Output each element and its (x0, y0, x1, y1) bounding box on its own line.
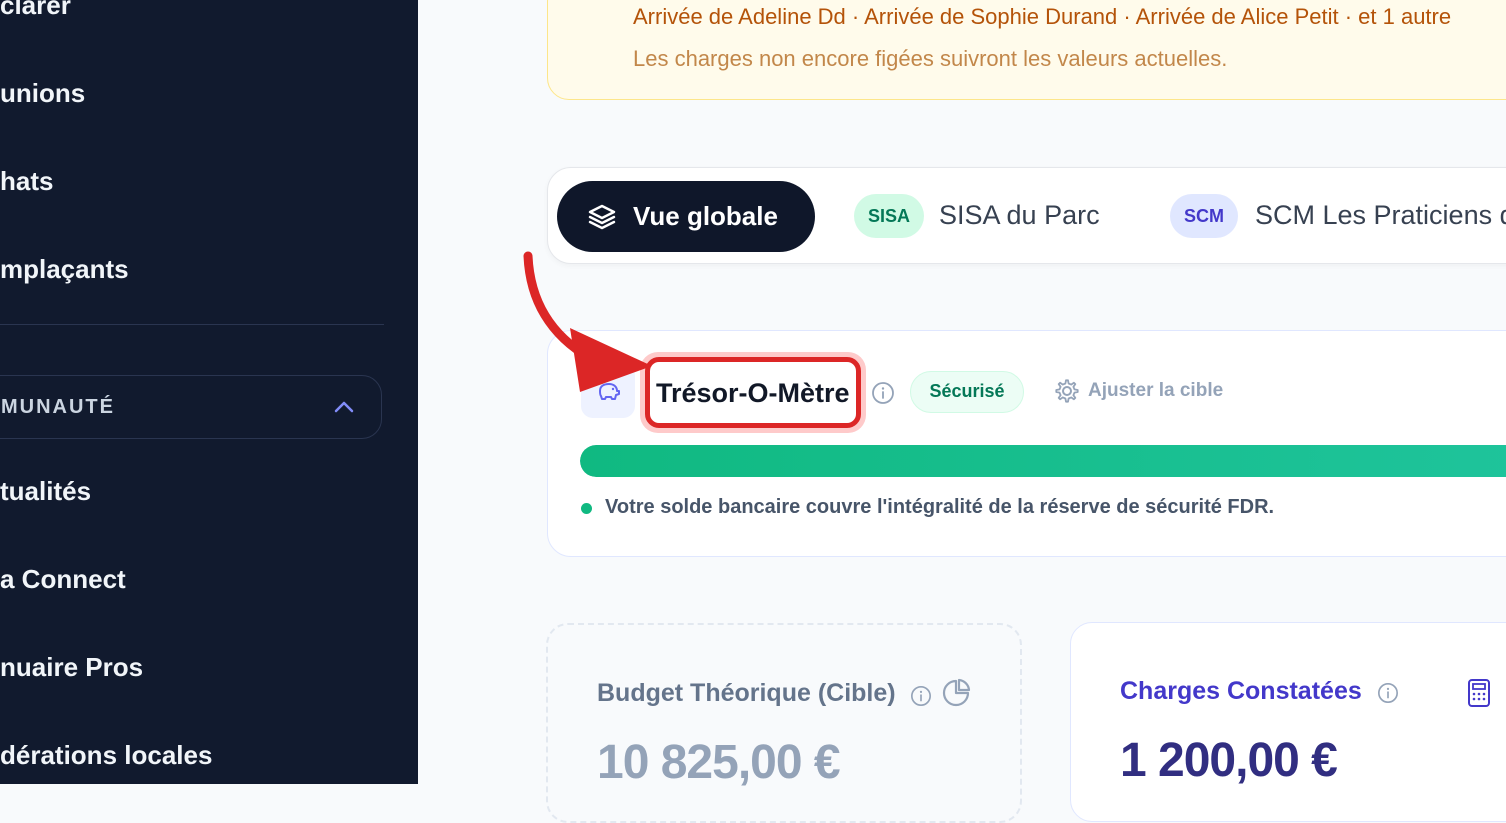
sidebar-item-federations-locales[interactable]: dérations locales (0, 740, 212, 771)
sidebar-divider (0, 324, 384, 325)
tresor-progress-fill (580, 445, 1506, 477)
notice-charges-text: Les charges non encore figées suivront l… (633, 46, 1228, 71)
tab-scm-les-praticiens[interactable]: SCM SCM Les Praticiens d (1170, 181, 1506, 252)
sidebar-item-remplacants[interactable]: mplaçants (0, 254, 129, 285)
arrivals-notice: Arrivée de Adeline Dd · Arrivée de Sophi… (547, 0, 1506, 100)
tab-sisa-du-parc[interactable]: SISA SISA du Parc (854, 181, 1124, 252)
charges-title: Charges Constatées (1120, 677, 1362, 705)
tresor-title-highlight: Trésor-O-Mètre (640, 352, 866, 433)
sidebar: clarer unions hats mplaçants MUNAUTÉ tua… (0, 0, 418, 784)
info-icon[interactable] (910, 685, 932, 707)
sidebar-item-achats[interactable]: hats (0, 166, 53, 197)
charges-value: 1 200,00 € (1120, 734, 1338, 787)
info-icon[interactable] (871, 381, 895, 405)
tresor-title: Trésor-O-Mètre (656, 378, 850, 408)
tab-vue-globale-label: Vue globale (633, 201, 778, 231)
calculator-icon[interactable] (1467, 678, 1491, 708)
status-text: Votre solde bancaire couvre l'intégralit… (605, 496, 1275, 518)
scm-pill: SCM (1170, 194, 1238, 238)
sidebar-item-actualites[interactable]: tualités (0, 476, 91, 507)
notice-arrivals-text: Arrivée de Adeline Dd · Arrivée de Sophi… (633, 4, 1452, 29)
info-icon[interactable] (1377, 682, 1399, 704)
section-label: MUNAUTÉ (1, 396, 115, 418)
sidebar-item-reunions[interactable]: unions (0, 78, 85, 109)
chevron-up-icon (334, 401, 354, 413)
sisa-pill: SISA (854, 194, 924, 238)
layers-icon (588, 204, 616, 230)
budget-theorique-card: Budget Théorique (Cible) 10 825,00 € (546, 623, 1022, 823)
annotation-arrow (523, 251, 652, 392)
status-dot (581, 503, 592, 514)
tresor-progress-bar (580, 445, 1506, 477)
status-badge: Sécurisé (910, 371, 1024, 413)
tresor-o-metre-card: Trésor-O-Mètre Sécurisé Ajuster la cible… (547, 330, 1506, 557)
gear-icon (1055, 379, 1079, 403)
pie-chart-icon[interactable] (941, 678, 971, 708)
structure-tabs: Vue globale SISA SISA du Parc SCM SCM Le… (547, 167, 1506, 264)
tab-scm-label: SCM Les Praticiens d (1255, 200, 1506, 230)
charges-constatees-card: Charges Constatées 1 200,00 € (1070, 622, 1506, 822)
sidebar-item-annuaire-pros[interactable]: nuaire Pros (0, 652, 143, 683)
budget-title: Budget Théorique (Cible) (597, 679, 896, 707)
sidebar-section-communaute[interactable]: MUNAUTÉ (0, 375, 382, 439)
sidebar-item-connect[interactable]: a Connect (0, 564, 126, 595)
adjust-target-label: Ajuster la cible (1088, 380, 1224, 401)
budget-value: 10 825,00 € (597, 736, 841, 789)
sidebar-item-declarer[interactable]: clarer (0, 0, 71, 21)
tab-sisa-label: SISA du Parc (939, 200, 1100, 230)
